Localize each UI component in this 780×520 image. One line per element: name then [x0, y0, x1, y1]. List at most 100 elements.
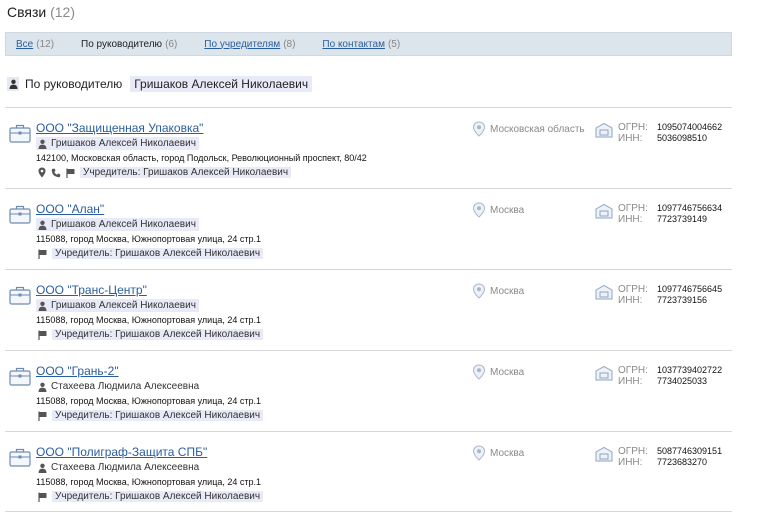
- tab-all-count: (12): [36, 38, 55, 50]
- map-pin-icon[interactable]: [36, 166, 48, 179]
- building-doc-icon: [595, 203, 613, 219]
- briefcase-icon: [9, 124, 31, 143]
- tab-by-director-label[interactable]: По руководителю: [81, 39, 162, 50]
- director-name: Гришаков Алексей Николаевич: [51, 219, 196, 230]
- tab-by-founders-label[interactable]: По учредителям: [204, 39, 280, 50]
- founder-text: Учредитель: Гришаков Алексей Николаевич: [80, 167, 292, 178]
- map-pin-icon: [472, 283, 486, 299]
- registry-values: 5087746309151 7723683270: [657, 446, 722, 468]
- inn-label: ИНН:: [618, 457, 643, 468]
- organization-card: ООО "Полиграф-Защита СПБ" Стахеева Людми…: [5, 431, 732, 512]
- ogrn-value: 1095074004662: [657, 122, 723, 132]
- tab-by-contacts-label[interactable]: По контактам: [322, 39, 385, 50]
- person-icon: [36, 218, 48, 231]
- founder-text: Учредитель: Гришаков Алексей Николаевич: [52, 329, 264, 340]
- registry-values: 1097746756645 7723739156: [657, 284, 722, 306]
- inn-value: 7723739156: [657, 295, 708, 305]
- ogrn-label: ОГРН:: [618, 365, 648, 376]
- flag-icon: [36, 409, 48, 422]
- inn-value: 7734025033: [657, 376, 708, 386]
- organization-name-link[interactable]: ООО "Защищенная Упаковка": [36, 121, 203, 135]
- organization-name-link[interactable]: ООО "Алан": [36, 202, 104, 216]
- building-doc-icon: [595, 122, 613, 138]
- inn-value: 7723683270: [657, 457, 708, 467]
- person-icon: [36, 461, 48, 474]
- director-row: Стахеева Людмила Алексеевна: [36, 380, 199, 393]
- person-icon: [36, 299, 48, 312]
- director-row: Гришаков Алексей Николаевич: [36, 137, 199, 150]
- inn-label: ИНН:: [618, 133, 643, 144]
- director-filter: По руководителю Гришаков Алексей Николае…: [7, 76, 313, 92]
- tab-all[interactable]: Все (12): [16, 39, 54, 50]
- ogrn-value: 5087746309151: [657, 446, 723, 456]
- person-icon: [36, 137, 48, 150]
- organization-card: ООО "Алан" Гришаков Алексей Николаевич 1…: [5, 188, 732, 269]
- founder-text: Учредитель: Гришаков Алексей Николаевич: [52, 248, 264, 259]
- organization-name-link[interactable]: ООО "Полиграф-Защита СПБ": [36, 445, 207, 459]
- registry-values: 1037739402722 7734025033: [657, 365, 722, 387]
- director-name: Стахеева Людмила Алексеевна: [51, 381, 200, 392]
- organization-address: 115088, город Москва, Южнопортовая улица…: [36, 315, 261, 325]
- organization-name-link[interactable]: ООО "Грань-2": [36, 364, 119, 378]
- director-name: Стахеева Людмила Алексеевна: [51, 462, 200, 473]
- registry-values: 1095074004662 5036098510: [657, 122, 722, 144]
- ogrn-value: 1097746756634: [657, 203, 723, 213]
- ogrn-value: 1037739402722: [657, 365, 723, 375]
- inn-label: ИНН:: [618, 295, 643, 306]
- tab-by-contacts[interactable]: По контактам (5): [322, 39, 400, 50]
- organization-card: ООО "Защищенная Упаковка" Гришаков Алекс…: [5, 107, 732, 188]
- ogrn-label: ОГРН:: [618, 284, 648, 295]
- flag-icon: [64, 166, 76, 179]
- organization-region: Москва: [472, 283, 524, 299]
- page-title: Связи (12): [7, 4, 75, 20]
- map-pin-icon: [472, 202, 486, 218]
- registry-labels: ОГРН: ИНН:: [618, 122, 648, 144]
- region-name: Москва: [490, 285, 525, 297]
- founder-row: Учредитель: Гришаков Алексей Николаевич: [36, 166, 292, 179]
- founder-text: Учредитель: Гришаков Алексей Николаевич: [52, 491, 264, 502]
- inn-label: ИНН:: [618, 214, 643, 225]
- filter-label: По руководителю: [25, 77, 123, 91]
- inn-value: 7723739149: [657, 214, 708, 224]
- building-doc-icon: [595, 446, 613, 462]
- ogrn-label: ОГРН:: [618, 446, 648, 457]
- director-name: Гришаков Алексей Николаевич: [51, 138, 196, 149]
- flag-icon: [36, 247, 48, 260]
- region-name: Московская область: [490, 123, 585, 135]
- building-doc-icon: [595, 284, 613, 300]
- organization-card: ООО "Транс-Центр" Гришаков Алексей Никол…: [5, 269, 732, 350]
- phone-icon[interactable]: [50, 166, 62, 179]
- inn-value: 5036098510: [657, 133, 708, 143]
- flag-icon: [36, 328, 48, 341]
- flag-icon: [36, 490, 48, 503]
- region-name: Москва: [490, 204, 525, 216]
- organization-region: Москва: [472, 202, 524, 218]
- tab-by-director-count: (6): [165, 38, 178, 50]
- founder-row: Учредитель: Гришаков Алексей Николаевич: [36, 409, 264, 422]
- ogrn-label: ОГРН:: [618, 203, 648, 214]
- map-pin-icon: [472, 364, 486, 380]
- ogrn-label: ОГРН:: [618, 122, 648, 133]
- tab-all-label[interactable]: Все: [16, 39, 33, 50]
- organization-address: 115088, город Москва, Южнопортовая улица…: [36, 396, 261, 406]
- organization-address: 142100, Московская область, город Подоль…: [36, 153, 367, 163]
- building-doc-icon: [595, 365, 613, 381]
- tab-by-founders[interactable]: По учредителям (8): [204, 39, 295, 50]
- director-row: Стахеева Людмила Алексеевна: [36, 461, 199, 474]
- registry-labels: ОГРН: ИНН:: [618, 203, 648, 225]
- tab-by-director[interactable]: По руководителю (6): [81, 39, 177, 50]
- founder-text: Учредитель: Гришаков Алексей Николаевич: [52, 410, 264, 421]
- region-name: Москва: [490, 447, 525, 459]
- director-row: Гришаков Алексей Николаевич: [36, 218, 199, 231]
- tab-by-founders-count: (8): [283, 38, 296, 50]
- organization-name-link[interactable]: ООО "Транс-Центр": [36, 283, 147, 297]
- organization-address: 115088, город Москва, Южнопортовая улица…: [36, 234, 261, 244]
- filter-value-chip: Гришаков Алексей Николаевич: [130, 76, 313, 92]
- briefcase-icon: [9, 205, 31, 224]
- director-name: Гришаков Алексей Николаевич: [51, 300, 196, 311]
- page-title-count: (12): [50, 4, 76, 20]
- briefcase-icon: [9, 367, 31, 386]
- organization-region: Москва: [472, 364, 524, 380]
- founder-row: Учредитель: Гришаков Алексей Николаевич: [36, 490, 264, 503]
- organization-region: Московская область: [472, 121, 585, 137]
